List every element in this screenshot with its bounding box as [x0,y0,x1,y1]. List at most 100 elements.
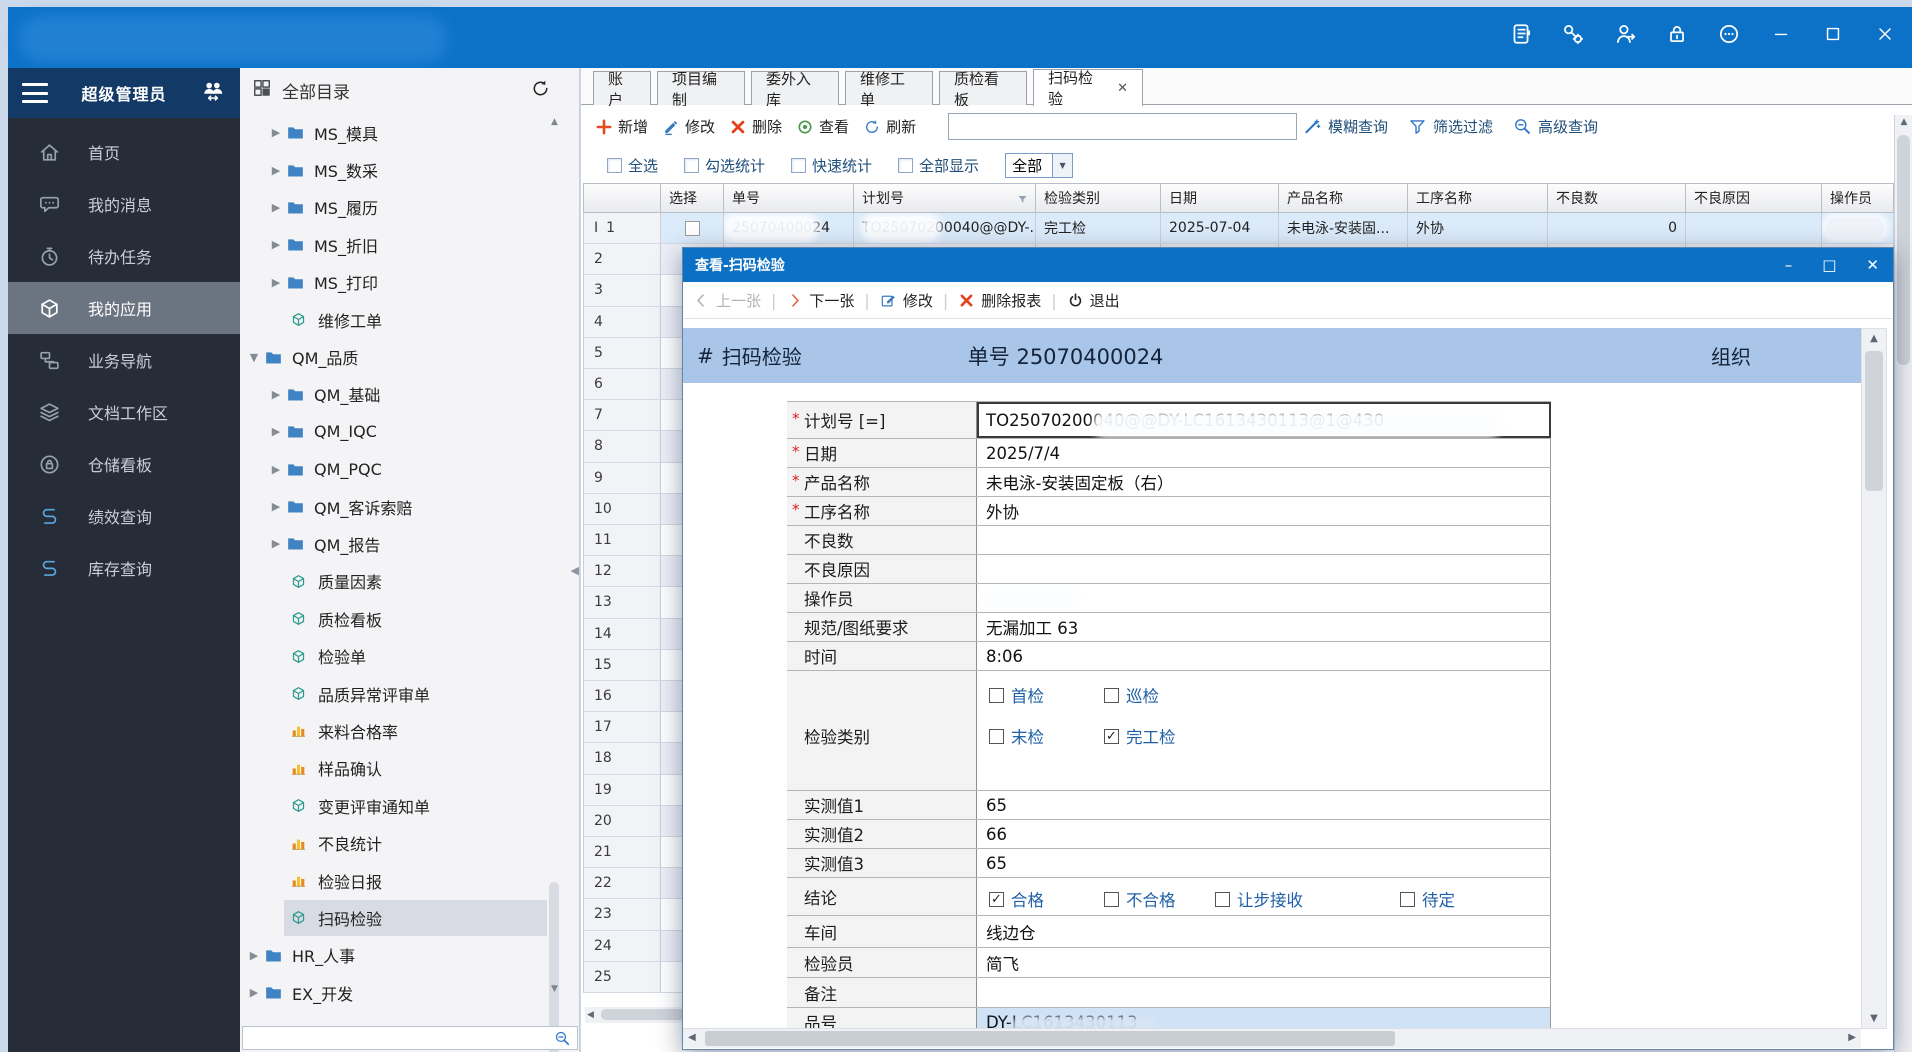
tree-item-cube[interactable]: 质检看板 [240,600,579,637]
advanced-search-button[interactable]: 高级查询 [1513,116,1598,137]
checkbox-option-完工检[interactable]: ✓完工检 [1104,724,1176,748]
tree-scrollbar[interactable]: ▲ ▼ [548,116,561,1022]
checkbox-option-不合格[interactable]: 不合格 [1104,887,1176,911]
checkbox-icon[interactable]: ✓ [989,892,1004,907]
scroll-left-icon[interactable]: ◀ [688,1032,696,1043]
sidebar-item-2[interactable]: 我的消息 [8,178,240,230]
dialog-title-bar[interactable]: 查看-扫码检验 –□✕ [683,248,1893,282]
chevron-down-icon[interactable]: ▼ [1052,154,1072,177]
tree-item-chart[interactable]: 不良统计 [240,824,579,861]
tree-item-folder[interactable]: ▶MS_履历 [240,189,579,226]
checkbox-option-首检[interactable]: 首检 [989,683,1044,707]
tree-item-chart[interactable]: 来料合格率 [240,712,579,749]
type-dropdown[interactable]: 全部▼ [1005,153,1073,178]
close-tab-icon[interactable]: ✕ [1117,81,1128,96]
sidebar-item-4[interactable]: 我的应用 [8,282,240,334]
sidebar-item-5[interactable]: 业务导航 [8,334,240,386]
chevron-right-icon[interactable]: ▶ [248,949,260,962]
tree-item-cube[interactable]: 扫码检验 [240,899,579,936]
tab-项目编制[interactable]: 项目编制 [657,71,745,105]
scroll-left-icon[interactable]: ◀ [587,1010,594,1020]
checkbox-option-巡检[interactable]: 巡检 [1104,683,1159,707]
checkbox-icon[interactable] [607,158,622,173]
tree-item-folder[interactable]: ▶MS_数采 [240,151,579,188]
switch-user-icon[interactable] [1612,21,1638,47]
chevron-down-icon[interactable]: ▼ [248,351,260,364]
collapse-panel-icon[interactable]: ◀ [571,564,579,577]
scrollbar-thumb[interactable] [705,1031,1395,1046]
scroll-right-icon[interactable]: ▶ [1848,1032,1856,1043]
grid-hscrollbar[interactable]: ◀ [585,1007,684,1023]
fuzzy-search-button[interactable]: 模糊查询 [1303,116,1388,137]
dialog-hscrollbar[interactable]: ◀ ▶ [683,1028,1861,1048]
chevron-right-icon[interactable]: ▶ [270,463,282,476]
minimize-icon[interactable] [1768,21,1794,47]
dialog-minimize-icon[interactable]: – [1785,258,1793,273]
edit-record-button[interactable]: 修改 [880,290,933,311]
checkbox-icon[interactable] [898,158,913,173]
tree-item-cube[interactable]: 品质异常评审单 [240,675,579,712]
tree-item-folder[interactable]: ▶HR_人事 [240,937,579,974]
menu-toggle-icon[interactable] [22,83,48,103]
view-button[interactable]: 查看 [796,116,849,137]
filter-checkbox-2[interactable]: 勾选统计 [684,155,765,176]
sidebar-item-6[interactable]: 文档工作区 [8,386,240,438]
checkbox-icon[interactable] [1104,688,1119,703]
delete-button[interactable]: 删除 [729,116,782,137]
tree-item-folder[interactable]: ▼QM_品质 [240,338,579,375]
checkbox-option-合格[interactable]: ✓合格 [989,887,1044,911]
checkbox-icon[interactable] [1104,892,1119,907]
chevron-right-icon[interactable]: ▶ [270,425,282,438]
tree-item-folder[interactable]: ▶MS_模具 [240,114,579,151]
sidebar-item-7[interactable]: 仓储看板 [8,438,240,490]
sidebar-item-3[interactable]: 待办任务 [8,230,240,282]
document-icon[interactable] [1508,21,1534,47]
tree-refresh-icon[interactable] [530,78,551,103]
more-circle-icon[interactable] [1716,21,1742,47]
lock-icon[interactable] [1664,21,1690,47]
tab-账户[interactable]: 账户 [593,71,651,105]
switch-role-icon[interactable] [200,79,226,107]
tree-item-cube[interactable]: 变更评审通知单 [240,787,579,824]
tree-item-folder[interactable]: ▶MS_打印 [240,264,579,301]
tree-item-folder[interactable]: ▶QM_报告 [240,525,579,562]
chevron-right-icon[interactable]: ▶ [270,164,282,177]
scroll-up-icon[interactable]: ▲ [548,116,561,129]
tree-item-folder[interactable]: ▶QM_基础 [240,376,579,413]
close-icon[interactable] [1872,21,1898,47]
chevron-right-icon[interactable]: ▶ [270,238,282,251]
checkbox-icon[interactable] [989,688,1004,703]
filter-checkbox-4[interactable]: 全部显示 [898,155,979,176]
quick-search-input[interactable] [948,113,1297,140]
tree-item-cube[interactable]: 检验单 [240,637,579,674]
row-checkbox[interactable] [685,221,700,236]
key-settings-icon[interactable] [1560,21,1586,47]
add-button[interactable]: 新增 [595,116,648,137]
field-value[interactable]: TO25070200040@@DY-LC1613430113@1@430 [977,402,1551,438]
tree-item-chart[interactable]: 检验日报 [240,862,579,899]
checkbox-icon[interactable] [791,158,806,173]
chevron-right-icon[interactable]: ▶ [270,388,282,401]
tree-item-cube[interactable]: 维修工单 [240,301,579,338]
chevron-right-icon[interactable]: ▶ [270,201,282,214]
dialog-vscrollbar[interactable]: ▲ ▼ [1861,328,1887,1029]
scroll-up-icon[interactable]: ▲ [1895,117,1912,127]
checkbox-option-让步接收[interactable]: 让步接收 [1215,887,1303,911]
dialog-maximize-icon[interactable]: □ [1822,258,1836,273]
sidebar-item-9[interactable]: 库存查询 [8,542,240,594]
checkbox-icon[interactable] [1215,892,1230,907]
scroll-up-icon[interactable]: ▲ [1862,333,1886,344]
filter-checkbox-3[interactable]: 快速统计 [791,155,872,176]
dialog-close-icon[interactable]: ✕ [1866,258,1879,273]
tree-item-folder[interactable]: ▶MS_折旧 [240,226,579,263]
tree-item-folder[interactable]: ▶EX_开发 [240,974,579,1011]
chevron-right-icon[interactable]: ▶ [270,126,282,139]
edit-button[interactable]: 修改 [662,116,715,137]
chevron-right-icon[interactable]: ▶ [248,986,260,999]
tab-扫码检验[interactable]: 扫码检验✕ [1033,69,1143,106]
sidebar-item-8[interactable]: 绩效查询 [8,490,240,542]
tab-委外入库[interactable]: 委外入库 [751,71,839,105]
tree-item-folder[interactable]: ▶QM_PQC [240,451,579,488]
sidebar-item-1[interactable]: 首页 [8,126,240,178]
column-filter-icon[interactable] [1016,193,1029,210]
